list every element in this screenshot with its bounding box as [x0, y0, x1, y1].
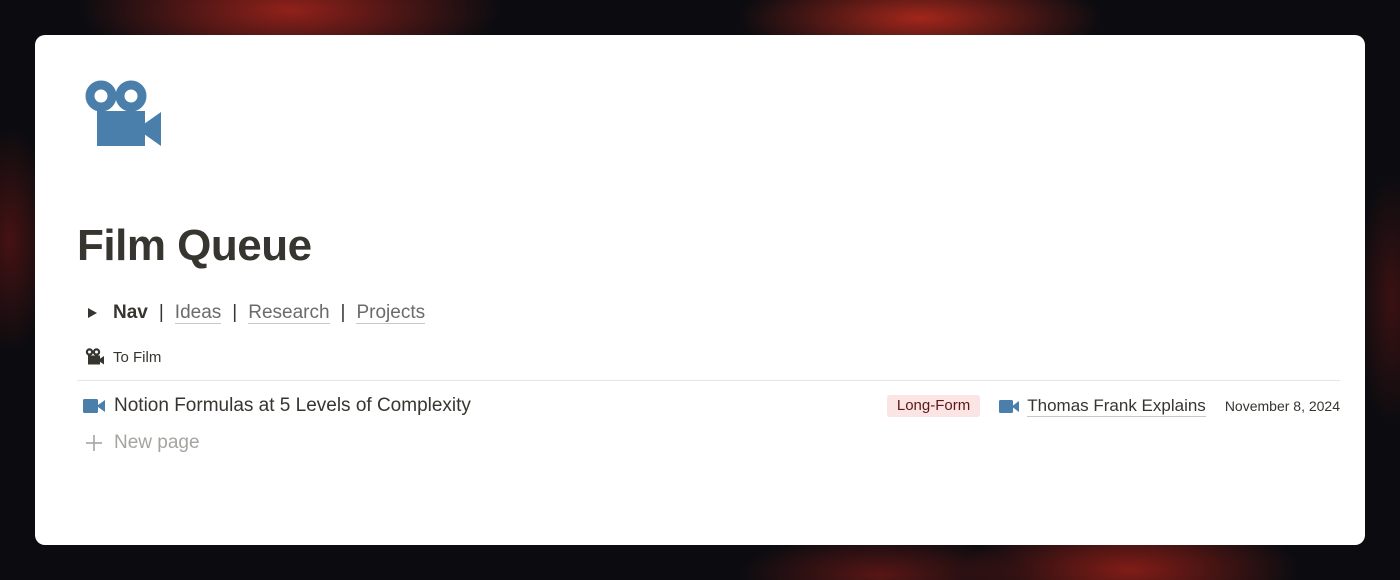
movie-camera-icon[interactable]	[83, 80, 165, 156]
new-page-button[interactable]: New page	[85, 430, 200, 456]
nav-separator: |	[340, 302, 346, 323]
nav-link-projects[interactable]: Projects	[356, 302, 426, 324]
triangle-right-icon[interactable]	[88, 308, 97, 318]
movie-camera-icon	[85, 348, 104, 365]
nav-separator: |	[232, 302, 238, 323]
view-name: To Film	[113, 348, 162, 366]
video-camera-icon	[83, 399, 105, 413]
row-title[interactable]: Notion Formulas at 5 Levels of Complexit…	[114, 395, 471, 417]
list-item[interactable]: Notion Formulas at 5 Levels of Complexit…	[77, 391, 1340, 421]
table-divider	[77, 380, 1340, 381]
page-title: Film Queue	[77, 221, 312, 270]
video-camera-icon	[999, 399, 1020, 413]
nav-separator: |	[158, 302, 164, 323]
new-page-label: New page	[114, 432, 200, 453]
plus-icon	[86, 435, 102, 451]
format-tag[interactable]: Long-Form	[886, 395, 981, 417]
nav-link-research[interactable]: Research	[248, 302, 330, 324]
publish-date: November 8, 2024	[1224, 398, 1340, 414]
database-view-tab[interactable]: To Film	[85, 346, 161, 368]
page-card: Film Queue Nav | Ideas | Research | Proj…	[35, 35, 1365, 545]
nav-toggle: Nav | Ideas | Research | Projects	[85, 299, 426, 327]
channel-relation-link[interactable]: Thomas Frank Explains	[1027, 396, 1206, 417]
nav-title: Nav	[113, 302, 148, 323]
nav-link-ideas[interactable]: Ideas	[174, 302, 222, 324]
